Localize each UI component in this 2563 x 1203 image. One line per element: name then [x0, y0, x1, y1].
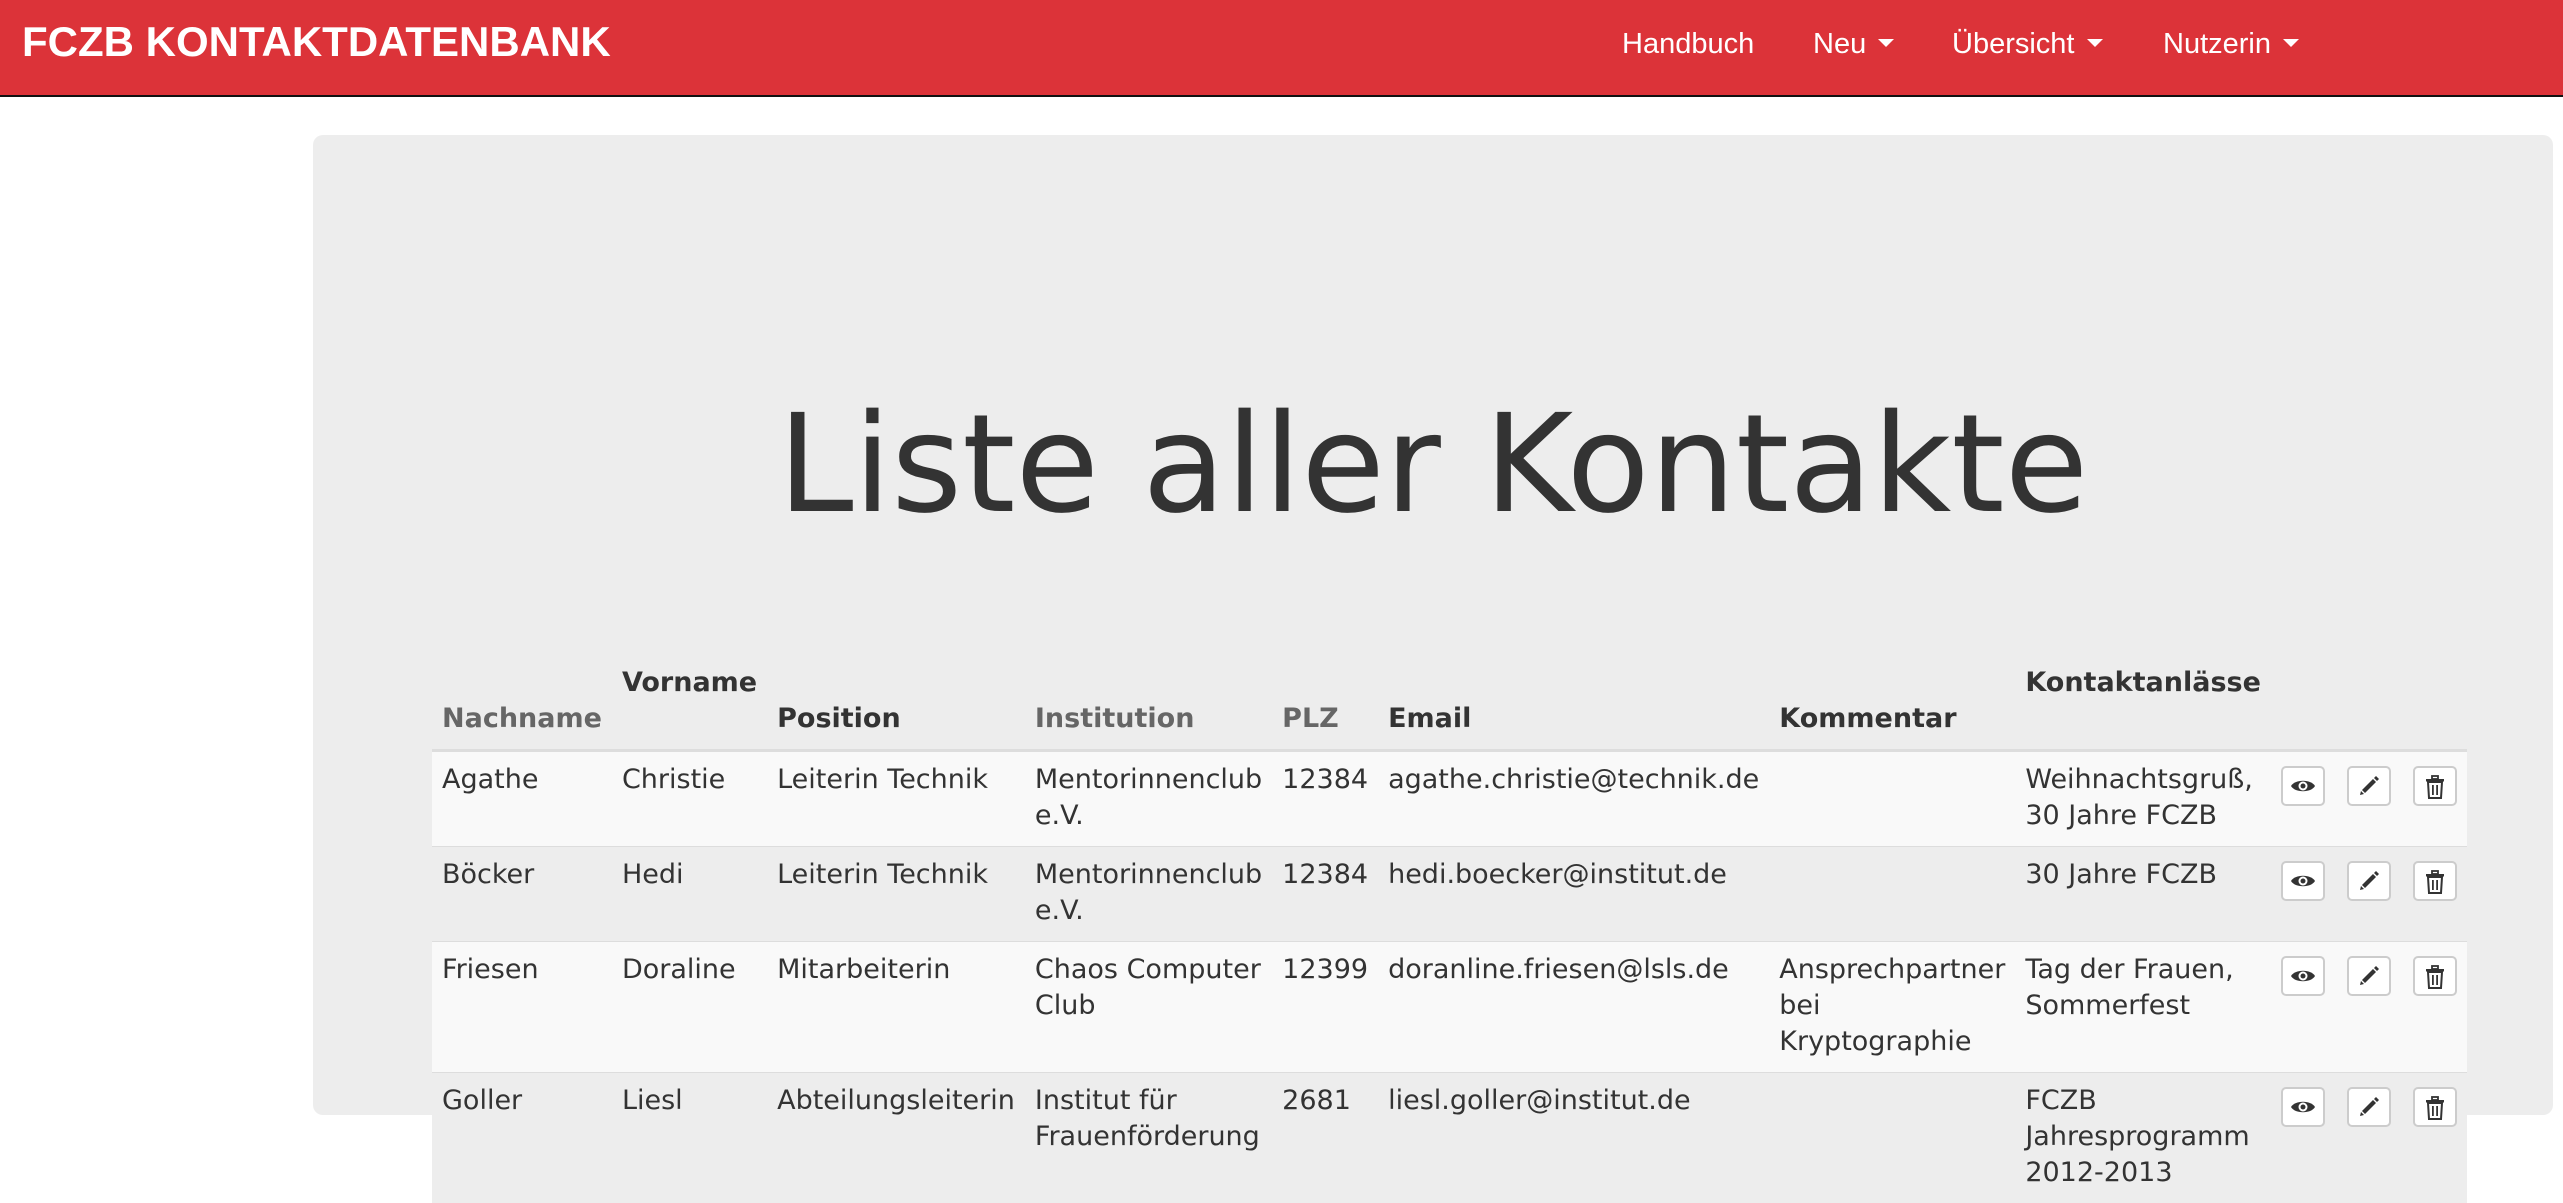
column-header-actions — [2271, 655, 2467, 751]
nav-item-label: Handbuch — [1622, 28, 1754, 60]
cell-kommentar: Ansprechpartner bei Kryptographie — [1769, 942, 2015, 1073]
cell-institution: Institut für Frauenförderung — [1025, 1073, 1272, 1203]
column-header-nachname[interactable]: Nachname — [432, 655, 612, 751]
table-row: Friesen Doraline Mitarbeiterin Chaos Com… — [432, 942, 2467, 1073]
column-header-institution[interactable]: Institution — [1025, 655, 1272, 751]
view-button[interactable] — [2281, 766, 2325, 806]
nav-item-label: Nutzerin — [2163, 28, 2271, 60]
cell-plz: 12384 — [1272, 847, 1378, 942]
cell-vorname: Hedi — [612, 847, 767, 942]
page-title: Liste aller Kontakte — [313, 397, 2553, 533]
delete-button[interactable] — [2413, 1087, 2457, 1127]
cell-kontaktanlaesse: Weihnachtsgruß, 30 Jahre FCZB — [2015, 751, 2271, 847]
cell-kontaktanlaesse: Tag der Frauen, Sommerfest — [2015, 942, 2271, 1073]
column-header-vorname: Vorname — [612, 655, 767, 751]
nav-item-label: Neu — [1813, 28, 1866, 60]
eye-icon — [2290, 965, 2316, 987]
trash-icon — [2425, 775, 2445, 799]
cell-kontaktanlaesse: FCZB Jahresprogramm 2012-2013 — [2015, 1073, 2271, 1203]
edit-button[interactable] — [2347, 766, 2391, 806]
pencil-icon — [2358, 965, 2380, 987]
cell-vorname: Liesl — [612, 1073, 767, 1203]
row-actions — [2271, 847, 2467, 942]
navbar: FCZB KONTAKTDATENBANK Handbuch Neu Übers… — [0, 0, 2563, 97]
caret-down-icon — [2283, 39, 2299, 47]
table-row: Agathe Christie Leiterin Technik Mentori… — [432, 751, 2467, 847]
cell-nachname: Goller — [432, 1073, 612, 1203]
trash-icon — [2425, 965, 2445, 989]
contacts-table: Nachname Vorname Position Institution PL… — [432, 655, 2467, 1203]
nav-item-nutzerin[interactable]: Nutzerin — [2163, 28, 2299, 61]
cell-email: doranline.friesen@lsls.de — [1378, 942, 1769, 1073]
cell-vorname: Doraline — [612, 942, 767, 1073]
cell-position: Mitarbeiterin — [767, 942, 1025, 1073]
brand-logo[interactable]: FCZB KONTAKTDATENBANK — [22, 18, 611, 66]
row-actions — [2271, 751, 2467, 847]
cell-kommentar — [1769, 751, 2015, 847]
cell-plz: 12384 — [1272, 751, 1378, 847]
cell-position: Leiterin Technik — [767, 751, 1025, 847]
nav-item-handbuch[interactable]: Handbuch — [1622, 28, 1754, 61]
column-header-email: Email — [1378, 655, 1769, 751]
cell-vorname: Christie — [612, 751, 767, 847]
cell-email: agathe.christie@technik.de — [1378, 751, 1769, 847]
cell-nachname: Böcker — [432, 847, 612, 942]
cell-plz: 2681 — [1272, 1073, 1378, 1203]
delete-button[interactable] — [2413, 766, 2457, 806]
cell-kommentar — [1769, 847, 2015, 942]
delete-button[interactable] — [2413, 956, 2457, 996]
column-header-kommentar: Kommentar — [1769, 655, 2015, 751]
caret-down-icon — [1878, 39, 1894, 47]
cell-position: Leiterin Technik — [767, 847, 1025, 942]
row-actions — [2271, 942, 2467, 1073]
cell-position: Abteilungsleiterin — [767, 1073, 1025, 1203]
cell-email: hedi.boecker@institut.de — [1378, 847, 1769, 942]
column-header-plz[interactable]: PLZ — [1272, 655, 1378, 751]
view-button[interactable] — [2281, 956, 2325, 996]
pencil-icon — [2358, 1096, 2380, 1118]
nav-item-uebersicht[interactable]: Übersicht — [1952, 28, 2103, 61]
trash-icon — [2425, 870, 2445, 894]
edit-button[interactable] — [2347, 861, 2391, 901]
cell-institution: Mentorinnenclub e.V. — [1025, 847, 1272, 942]
edit-button[interactable] — [2347, 956, 2391, 996]
cell-email: liesl.goller@institut.de — [1378, 1073, 1769, 1203]
cell-institution: Chaos Computer Club — [1025, 942, 1272, 1073]
content-panel: Liste aller Kontakte Nachname Vorname Po… — [313, 135, 2553, 1115]
eye-icon — [2290, 775, 2316, 797]
trash-icon — [2425, 1096, 2445, 1120]
nav-item-label: Übersicht — [1952, 28, 2075, 60]
row-actions — [2271, 1073, 2467, 1203]
pencil-icon — [2358, 775, 2380, 797]
table-row: Böcker Hedi Leiterin Technik Mentorinnen… — [432, 847, 2467, 942]
caret-down-icon — [2087, 39, 2103, 47]
table-row: Goller Liesl Abteilungsleiterin Institut… — [432, 1073, 2467, 1203]
delete-button[interactable] — [2413, 861, 2457, 901]
view-button[interactable] — [2281, 1087, 2325, 1127]
cell-kontaktanlaesse: 30 Jahre FCZB — [2015, 847, 2271, 942]
cell-kommentar — [1769, 1073, 2015, 1203]
cell-institution: Mentorinnenclub e.V. — [1025, 751, 1272, 847]
eye-icon — [2290, 870, 2316, 892]
cell-plz: 12399 — [1272, 942, 1378, 1073]
column-header-kontaktanlaesse: Kontaktanlässe — [2015, 655, 2271, 751]
column-header-position: Position — [767, 655, 1025, 751]
eye-icon — [2290, 1096, 2316, 1118]
nav-item-neu[interactable]: Neu — [1813, 28, 1894, 61]
edit-button[interactable] — [2347, 1087, 2391, 1127]
view-button[interactable] — [2281, 861, 2325, 901]
cell-nachname: Agathe — [432, 751, 612, 847]
table-header-row: Nachname Vorname Position Institution PL… — [432, 655, 2467, 751]
pencil-icon — [2358, 870, 2380, 892]
cell-nachname: Friesen — [432, 942, 612, 1073]
